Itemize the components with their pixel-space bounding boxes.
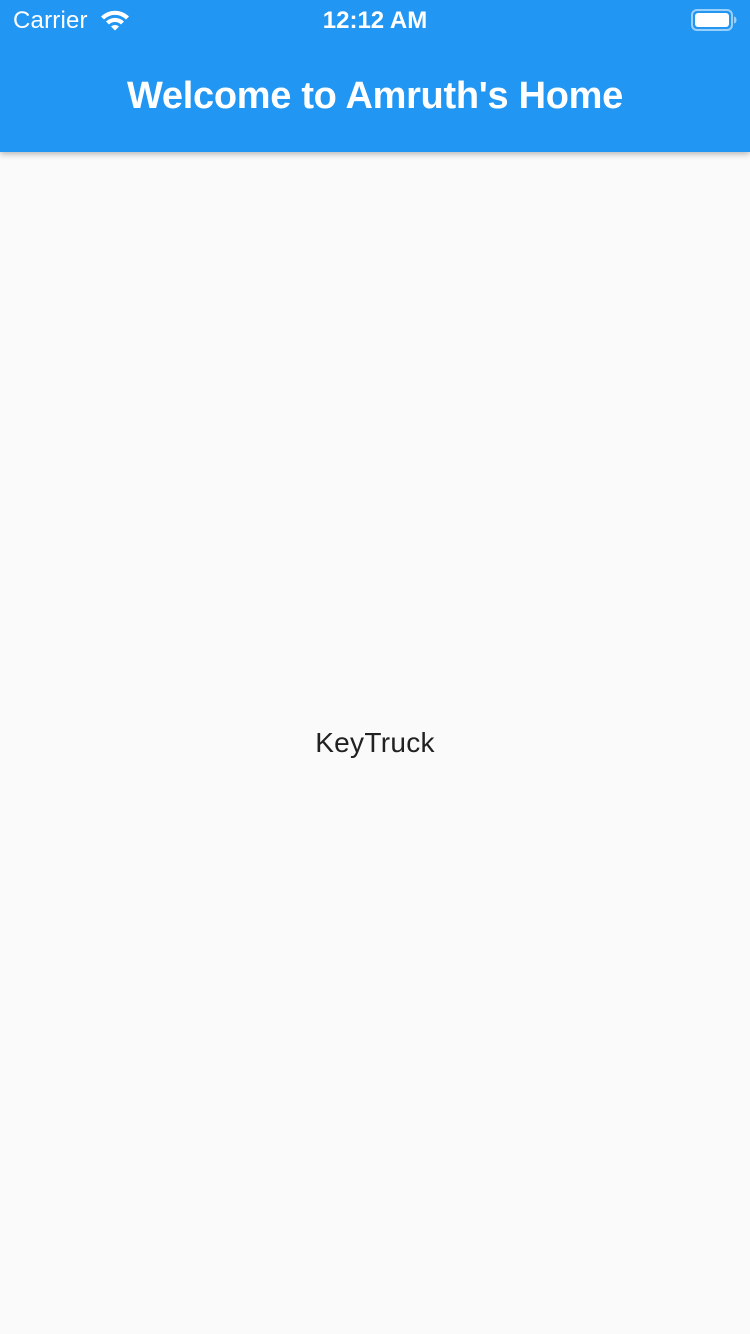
status-bar: Carrier 12:12 AM	[0, 0, 750, 40]
page-title: Welcome to Amruth's Home	[127, 75, 623, 117]
battery-icon	[691, 9, 737, 31]
status-time: 12:12 AM	[322, 7, 428, 34]
main-content: KeyTruck	[0, 152, 750, 1334]
app-bar: Carrier 12:12 AM Welcome to Amruth's Hom…	[0, 0, 750, 152]
center-label: KeyTruck	[315, 727, 435, 758]
